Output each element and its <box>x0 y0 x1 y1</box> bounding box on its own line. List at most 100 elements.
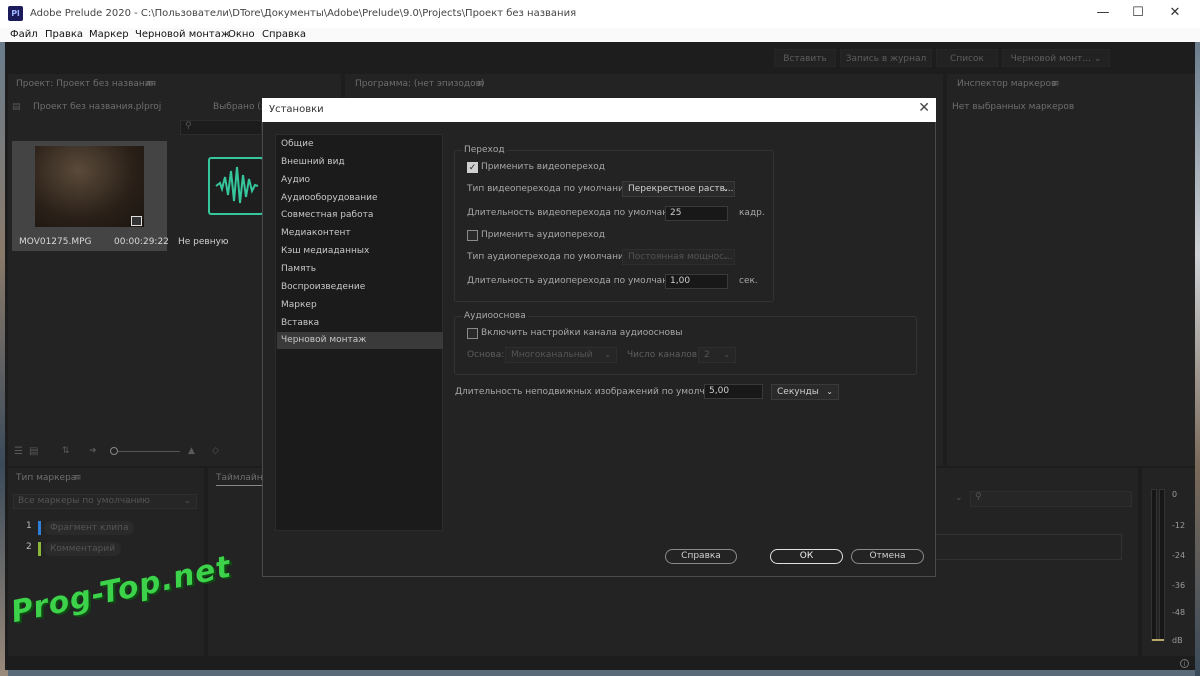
still-duration-unit-dropdown[interactable]: Секунды ⌄ <box>771 384 839 400</box>
marker-type-number: 2 <box>26 542 32 552</box>
video-transition-duration-label: Длительность видеоперехода по умолчанию: <box>467 208 685 218</box>
info-icon[interactable]: i <box>1180 659 1189 668</box>
audio-base-group <box>454 316 917 375</box>
panel-menu-icon[interactable]: ≡ <box>1052 79 1060 89</box>
enable-audio-base-checkbox[interactable] <box>467 328 478 339</box>
meter-label: -48 <box>1172 608 1186 617</box>
still-duration-input[interactable]: 5,00 <box>704 384 763 399</box>
audio-transition-type-dropdown[interactable]: Постоянная мощнос... ⌄ <box>622 249 735 265</box>
marker-color-swatch <box>38 521 41 535</box>
chevron-down-icon[interactable]: ⌄ <box>955 493 963 503</box>
video-transition-duration-input[interactable]: 25 <box>665 206 728 221</box>
audio-meter-scale: 0 -12 -24 -36 -48 dB <box>1172 0 1192 676</box>
category-appearance[interactable]: Внешний вид <box>277 154 443 171</box>
category-marker[interactable]: Маркер <box>277 297 443 314</box>
apply-audio-transition-label[interactable]: Применить аудиопереход <box>481 230 605 240</box>
category-media[interactable]: Медиаконтент <box>277 225 443 242</box>
meter-label: 0 <box>1172 490 1178 499</box>
menu-marker[interactable]: Маркер <box>89 29 129 40</box>
marker-type-label: Фрагмент клипа <box>44 521 135 535</box>
menu-file[interactable]: Файл <box>10 29 38 40</box>
category-general[interactable]: Общие <box>277 136 443 153</box>
audio-transition-type-value: Постоянная мощнос... <box>628 252 733 262</box>
audio-transition-duration-input[interactable]: 1,00 <box>665 274 728 289</box>
still-duration-unit-value: Секунды <box>777 387 819 397</box>
zoom-slider-handle[interactable] <box>110 447 118 455</box>
minimize-icon[interactable]: — <box>1094 4 1112 22</box>
ok-button[interactable]: ОК <box>770 549 843 564</box>
insert-button[interactable]: Вставить <box>774 49 836 67</box>
apply-audio-transition-checkbox[interactable] <box>467 230 478 241</box>
timeline-track-area[interactable] <box>935 534 1122 560</box>
category-playback[interactable]: Воспроизведение <box>277 279 443 296</box>
close-icon[interactable]: ✕ <box>918 100 930 116</box>
marker-type-item[interactable]: 2 Комментарий <box>26 542 176 556</box>
menu-window[interactable]: Окно <box>228 29 255 40</box>
marker-inspector-panel <box>947 74 1195 466</box>
cancel-button[interactable]: Отмена <box>851 549 924 564</box>
inspector-panel-title[interactable]: Инспектор маркеров <box>957 79 1056 89</box>
desktop-background-right <box>1195 42 1200 676</box>
apply-video-transition-label[interactable]: Применить видеопереход <box>481 162 605 172</box>
audio-waveform-icon[interactable] <box>208 157 264 215</box>
apply-video-transition-checkbox[interactable]: ✓ <box>467 162 478 173</box>
audio-base-group-title: Аудиооснова <box>462 311 528 321</box>
prelude-app-icon: Pl <box>8 6 23 21</box>
channel-count-dropdown[interactable]: 2 ⌄ <box>698 347 736 363</box>
list-button[interactable]: Список <box>936 49 998 67</box>
diamond-icon[interactable]: ◇ <box>212 446 219 456</box>
chevron-down-icon: ⌄ <box>722 184 729 193</box>
video-transition-type-dropdown[interactable]: Перекрестное раств... ⌄ <box>622 181 735 197</box>
timeline-search-input[interactable]: ⚲ <box>970 491 1132 507</box>
marker-type-item[interactable]: 1 Фрагмент клипа <box>26 521 176 535</box>
marker-filter-dropdown[interactable]: Все маркеры по умолчанию ⌄ <box>13 494 197 509</box>
category-list: Общие Внешний вид Аудио Аудиооборудовани… <box>275 134 443 531</box>
category-rough-cut[interactable]: Черновой монтаж <box>277 332 443 349</box>
project-panel-title[interactable]: Проект: Проект без названия <box>16 79 156 89</box>
zoom-large-icon[interactable]: ▲ <box>188 446 195 456</box>
chevron-down-icon: ⌄ <box>723 350 730 359</box>
view-toggle-icons[interactable]: ☰▤ <box>14 446 44 457</box>
video-transition-duration-unit: кадр. <box>739 208 765 218</box>
category-media-cache[interactable]: Кэш медиаданных <box>277 243 443 260</box>
window-title: Adobe Prelude 2020 - C:\Пользователи\DTo… <box>30 8 577 19</box>
maximize-icon[interactable]: ☐ <box>1129 4 1147 22</box>
marker-type-title[interactable]: Тип маркера <box>16 473 76 483</box>
menu-edit[interactable]: Правка <box>45 29 83 40</box>
menu-help[interactable]: Справка <box>262 29 306 40</box>
chevron-down-icon: ⌄ <box>183 496 191 506</box>
category-audio-hardware[interactable]: Аудиооборудование <box>277 190 443 207</box>
channel-count-value: 2 <box>704 350 710 360</box>
category-ingest[interactable]: Вставка <box>277 315 443 332</box>
audio-meter-left <box>1151 489 1157 641</box>
panel-menu-icon[interactable]: ≡ <box>477 79 485 89</box>
clip-type-icon <box>131 216 142 226</box>
timeline-panel-title[interactable]: Таймлайн <box>216 473 262 483</box>
audio-meter-right <box>1159 489 1165 641</box>
program-panel-title[interactable]: Программа: (нет эпизодов) <box>355 79 484 89</box>
marker-type-number: 1 <box>26 521 32 531</box>
project-file-icon: ▤ <box>12 102 21 112</box>
log-button[interactable]: Запись в журнал <box>840 49 932 67</box>
clip-duration: 00:00:29:22 <box>114 237 169 247</box>
enable-audio-base-label[interactable]: Включить настройки канала аудиоосновы <box>481 328 682 338</box>
audio-transition-duration-unit: сек. <box>739 276 758 286</box>
meter-label: -24 <box>1172 551 1186 560</box>
sort-icon[interactable]: ⇅ <box>62 446 70 456</box>
freeform-icon[interactable]: ➜ <box>89 446 97 456</box>
audio-base-dropdown[interactable]: Многоканальный ⌄ <box>505 347 617 363</box>
rough-cut-workspace-dropdown[interactable]: Черновой монт... ⌄ <box>1002 49 1110 67</box>
clip-name: MOV01275.MPG <box>19 237 92 247</box>
audio-meter-level <box>1152 639 1164 641</box>
zoom-slider[interactable] <box>114 451 180 452</box>
panel-menu-icon[interactable]: ≡ <box>74 473 82 483</box>
help-button[interactable]: Справка <box>665 549 737 564</box>
panel-menu-icon[interactable]: ≡ <box>146 79 154 89</box>
category-collaboration[interactable]: Совместная работа <box>277 207 443 224</box>
marker-type-label: Комментарий <box>44 542 122 556</box>
project-selected-count: Выбрано (з <box>213 102 263 112</box>
menu-rough-cut[interactable]: Черновой монтаж <box>135 29 230 40</box>
project-search-input[interactable]: ⚲ <box>180 120 262 135</box>
category-memory[interactable]: Память <box>277 261 443 278</box>
category-audio[interactable]: Аудио <box>277 172 443 189</box>
